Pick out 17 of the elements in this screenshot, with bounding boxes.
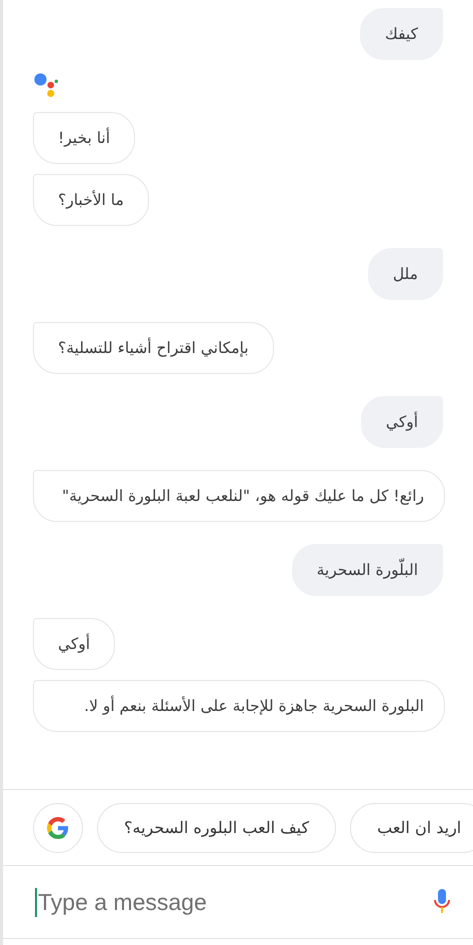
suggestion-chip[interactable]: اريد ان العب bbox=[350, 802, 473, 852]
microphone-button[interactable] bbox=[433, 888, 451, 916]
assistant-message: البلورة السحرية جاهزة للإجابة على الأسئلة بنعم أو لا. bbox=[33, 680, 445, 732]
assistant-message: أوكي bbox=[33, 618, 116, 670]
assistant-message: رائع! كل ما عليك قوله هو، "لنلعب لعبة البلورة السحرية" bbox=[33, 470, 445, 522]
user-message: ملل bbox=[368, 248, 443, 300]
user-message: كيفك bbox=[360, 8, 443, 60]
assistant-message: أنا بخير! bbox=[33, 112, 136, 164]
google-icon bbox=[47, 816, 69, 838]
suggestion-chip[interactable]: كيف العب البلوره السحريه؟ bbox=[97, 802, 336, 852]
google-button[interactable] bbox=[33, 802, 83, 852]
microphone-icon bbox=[433, 888, 451, 916]
assistant-message: بإمكاني اقتراح أشياء للتسلية؟ bbox=[33, 322, 274, 374]
message-input[interactable]: Type a message bbox=[35, 888, 433, 916]
user-message: البلّورة السحرية bbox=[292, 544, 443, 596]
assistant-message: ما الأخبار؟ bbox=[33, 174, 149, 226]
user-message: أوكي bbox=[360, 396, 443, 448]
